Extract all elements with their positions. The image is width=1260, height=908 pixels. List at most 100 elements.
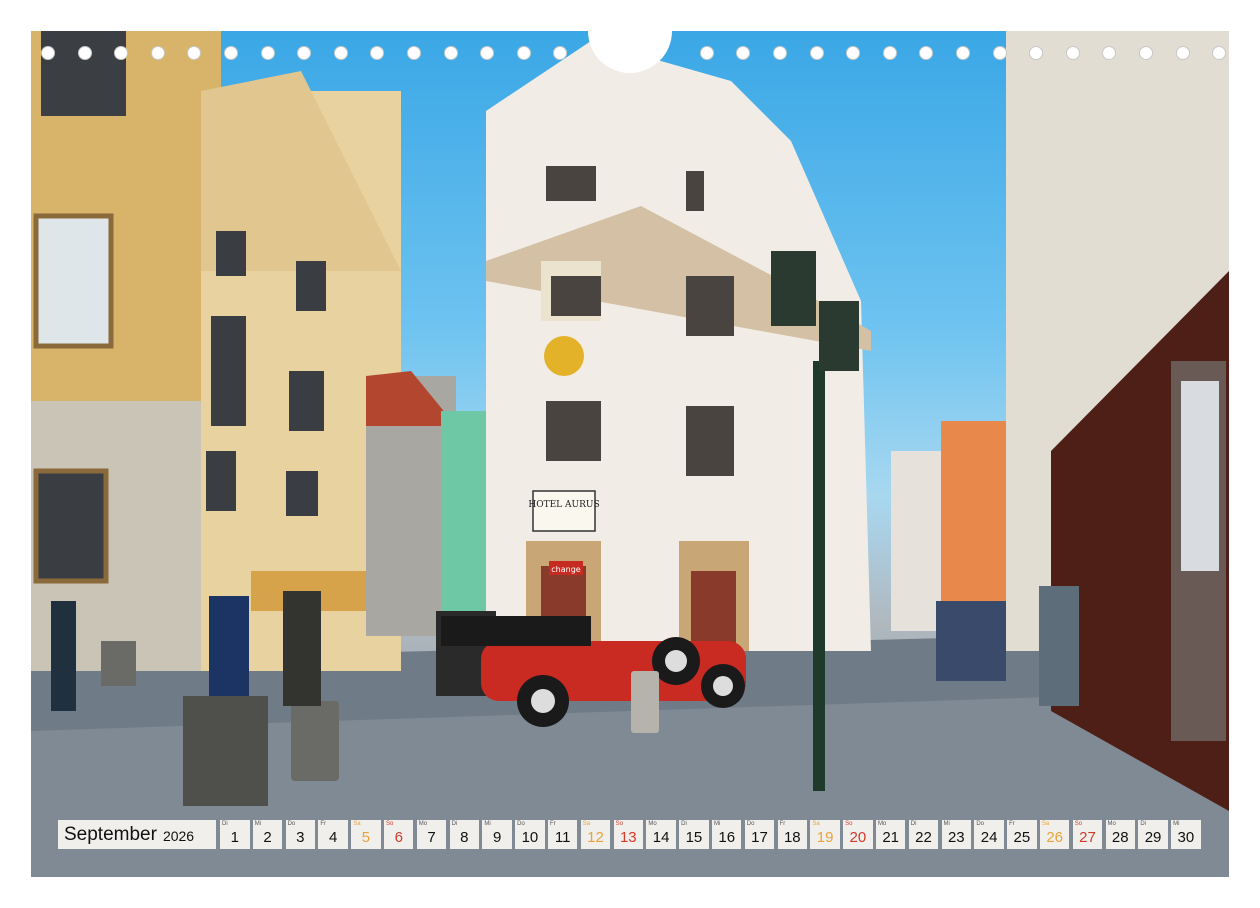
day-cell: Fr 4 xyxy=(318,820,348,849)
weekday-label: Sa xyxy=(353,821,361,827)
binding-hole xyxy=(333,46,348,60)
day-cell: Mo 21 xyxy=(875,820,906,849)
binding-hole xyxy=(846,46,861,60)
day-cell: Mo 28 xyxy=(1105,820,1136,849)
day-number: 10 xyxy=(521,829,539,846)
binding-hole xyxy=(150,46,165,60)
day-number: 18 xyxy=(783,829,801,846)
weekday-label: Do xyxy=(976,821,984,827)
day-number: 30 xyxy=(1177,829,1195,846)
weekday-label: Sa xyxy=(1041,821,1050,827)
calendar-strip: September 2026 Di 1 Mi 2 Do 3 Fr 4 Sa 5 So 6 Mo 7 Di 8 M… xyxy=(58,820,1204,849)
day-cell: So 13 xyxy=(613,820,644,849)
day-number: 4 xyxy=(328,829,338,846)
weekday-label: Fr xyxy=(320,821,327,827)
weekday-label: Mi xyxy=(1173,821,1180,827)
binding-hole xyxy=(1175,46,1190,60)
weekday-label: Mo xyxy=(877,821,887,827)
weekday-label: Do xyxy=(287,821,296,827)
day-number: 24 xyxy=(980,829,998,846)
day-cell: Mi 16 xyxy=(711,820,742,849)
day-cell: Do 24 xyxy=(974,820,1004,849)
day-number: 6 xyxy=(394,829,403,846)
weekday-label: Mi xyxy=(713,821,721,827)
weekday-label: Di xyxy=(910,821,917,827)
day-number: 7 xyxy=(427,829,436,846)
weekday-label: Sa xyxy=(582,821,591,827)
day-cell: Di 8 xyxy=(449,820,480,849)
day-number: 19 xyxy=(816,829,834,846)
weekday-label: Fr xyxy=(779,821,786,827)
day-number: 17 xyxy=(751,829,768,846)
day-number: 12 xyxy=(587,829,604,846)
day-cell: Fr 18 xyxy=(777,820,808,849)
day-cell: Di 1 xyxy=(220,820,250,849)
binding-hole xyxy=(77,46,92,60)
day-cell: Sa 12 xyxy=(580,820,611,849)
weekday-label: Do xyxy=(517,821,525,827)
binding-hole xyxy=(919,46,934,60)
pedestrian xyxy=(51,601,76,711)
day-cell: Di 29 xyxy=(1138,820,1168,849)
weekday-label: Di xyxy=(222,821,228,827)
day-number: 22 xyxy=(915,829,932,846)
binding-hole xyxy=(1102,46,1117,60)
weekday-label: Di xyxy=(681,821,687,827)
bollard xyxy=(631,671,659,733)
binding-hole xyxy=(443,46,458,60)
weekday-label: Mi xyxy=(484,821,491,827)
day-number: 14 xyxy=(652,829,670,846)
day-number: 28 xyxy=(1111,829,1129,846)
day-cell: Fr 11 xyxy=(547,820,578,849)
day-cell: Do 10 xyxy=(515,820,545,849)
day-cell: Do 3 xyxy=(285,820,316,849)
binding-hole xyxy=(260,46,275,60)
calendar-page: HOTEL AURUS change September 2026 Di 1 M… xyxy=(0,0,1260,908)
hotel-sign: HOTEL AURUS xyxy=(528,500,599,510)
day-cell: Mo 14 xyxy=(646,820,676,849)
street-lamp xyxy=(813,361,825,791)
day-cell: Mi 23 xyxy=(941,820,972,849)
binding-hole xyxy=(553,46,568,60)
day-cell: Sa 19 xyxy=(810,820,840,849)
day-number: 27 xyxy=(1079,829,1096,846)
binding-hole xyxy=(114,46,129,60)
weekday-label: So xyxy=(845,821,853,827)
day-cell: So 6 xyxy=(383,820,414,849)
exchange-sign: change xyxy=(551,565,581,574)
prague-street-photo: HOTEL AURUS change xyxy=(31,31,1229,877)
binding-hole xyxy=(297,46,312,60)
pedestrian xyxy=(1039,586,1079,706)
weekday-label: Mo xyxy=(418,821,428,827)
binding-hole xyxy=(699,46,714,60)
weekday-label: So xyxy=(615,821,623,827)
day-number: 20 xyxy=(849,829,867,846)
binding-hole xyxy=(370,46,385,60)
binding-hole xyxy=(809,46,824,60)
binding-hole xyxy=(736,46,751,60)
day-cell: Sa 5 xyxy=(351,820,381,849)
pedestrian xyxy=(209,596,249,696)
binding-hole xyxy=(516,46,531,60)
binding-hole xyxy=(1139,46,1153,60)
binding-hole xyxy=(1212,46,1227,60)
weekday-label: So xyxy=(385,821,394,827)
weekday-label: Mo xyxy=(1107,821,1116,827)
binding-hole xyxy=(1065,46,1080,60)
binding-hole xyxy=(480,46,495,60)
pedestrian-group xyxy=(936,601,1006,681)
day-number: 21 xyxy=(882,829,900,846)
day-number: 23 xyxy=(947,829,965,846)
day-cell: Do 17 xyxy=(744,820,775,849)
year: 2026 xyxy=(162,828,195,844)
day-number: 8 xyxy=(460,829,469,846)
day-number: 2 xyxy=(263,829,272,846)
binding-hole xyxy=(224,46,238,60)
weekday-label: Fr xyxy=(1009,821,1015,827)
day-number: 25 xyxy=(1013,829,1031,846)
weekday-label: So xyxy=(1074,821,1083,827)
binding-hole xyxy=(956,46,970,60)
day-number: 9 xyxy=(492,829,502,846)
day-cell: Di 22 xyxy=(908,820,939,849)
day-cell: Mi 9 xyxy=(482,820,512,849)
